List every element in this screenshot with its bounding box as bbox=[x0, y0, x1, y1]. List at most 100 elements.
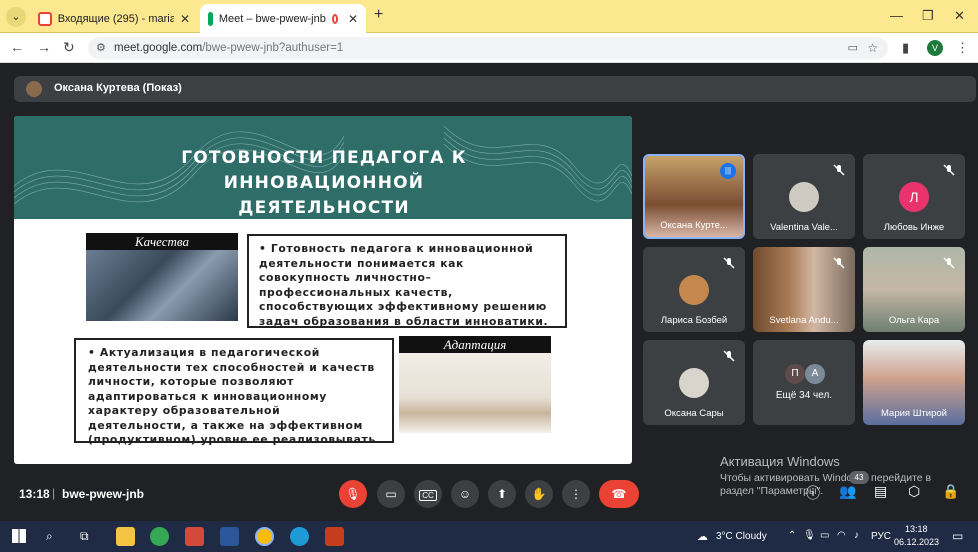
mic-off-icon bbox=[723, 257, 735, 269]
shared-presentation-slide: ГОТОВНОСТИ ПЕДАГОГА К ИННОВАЦИОННОЙ ДЕЯТ… bbox=[14, 116, 632, 464]
divider: | bbox=[52, 486, 56, 500]
mic-off-icon bbox=[943, 164, 955, 176]
hand-icon: ✋ bbox=[531, 487, 547, 501]
tray-expand-icon[interactable]: ⌃ bbox=[788, 530, 796, 541]
people-icon[interactable]: 👥 bbox=[839, 483, 856, 500]
laptop-photo bbox=[86, 250, 238, 321]
restore-icon[interactable]: ❐ bbox=[922, 8, 934, 24]
participant-name: Оксана Сары bbox=[664, 408, 724, 419]
chrome-icon[interactable] bbox=[150, 527, 169, 546]
participant-tile[interactable]: Valentina Vale... bbox=[753, 154, 855, 239]
mic-off-icon bbox=[833, 164, 845, 176]
browser-toolbar: ← → ↻ ⚙ meet.google.com/bwe-pwew-jnb?aut… bbox=[0, 33, 978, 63]
participant-name: Valentina Vale... bbox=[770, 222, 838, 233]
menu-kebab-icon[interactable]: ⋮ bbox=[956, 40, 969, 56]
camera-toggle-button[interactable]: ▭ bbox=[377, 480, 405, 508]
windows-start-icon[interactable] bbox=[12, 529, 26, 543]
speaking-indicator-icon: ||| bbox=[720, 163, 736, 179]
mic-toggle-button[interactable]: 🎙 bbox=[339, 480, 367, 508]
participant-name: Лариса Бозбей bbox=[660, 315, 728, 326]
forward-icon[interactable]: → bbox=[37, 39, 51, 55]
qualities-image-block: Качества bbox=[86, 233, 238, 321]
search-icon[interactable]: ⌕ bbox=[46, 529, 53, 544]
minimize-icon[interactable]: — bbox=[890, 8, 903, 23]
raise-hand-button[interactable]: ✋ bbox=[525, 480, 553, 508]
more-options-button[interactable]: ⋮ bbox=[562, 480, 590, 508]
weather-text[interactable]: 3°C Cloudy bbox=[716, 531, 767, 542]
reactions-button[interactable]: ☺ bbox=[451, 480, 479, 508]
avatar bbox=[679, 368, 709, 398]
caption-adaptation: Адаптация bbox=[399, 336, 551, 353]
language-indicator[interactable]: РУС bbox=[871, 531, 891, 542]
activities-icon[interactable]: ⬡ bbox=[908, 483, 920, 500]
gmail-icon bbox=[38, 11, 52, 26]
weather-icon[interactable]: ☁ bbox=[697, 530, 708, 543]
present-icon: ⬆ bbox=[496, 487, 508, 501]
tab-meet[interactable]: Meet – bwe-pwew-jnb ✕ bbox=[200, 4, 366, 33]
notifications-icon[interactable]: ▭ bbox=[952, 529, 963, 543]
mic-off-icon bbox=[723, 350, 735, 362]
wifi-icon[interactable]: ◠ bbox=[837, 530, 846, 541]
profile-avatar[interactable]: V bbox=[927, 40, 943, 56]
camera-in-use-icon[interactable]: ▭ bbox=[848, 37, 858, 59]
participant-tile[interactable]: Л Любовь Инже bbox=[863, 154, 965, 239]
participant-name: Оксана Курте... bbox=[660, 220, 728, 231]
close-icon[interactable]: ✕ bbox=[180, 12, 190, 26]
participant-tile[interactable]: Svetlana Andu... bbox=[753, 247, 855, 332]
file-explorer-icon[interactable] bbox=[116, 527, 135, 546]
slide-title-line: ДЕЯТЕЛЬНОСТИ bbox=[238, 198, 410, 218]
avatar-initial: А bbox=[805, 364, 825, 384]
participant-tile[interactable]: Оксана Сары bbox=[643, 340, 745, 425]
presenter-bar: Оксана Куртева (Показ) bbox=[14, 76, 976, 102]
bullet-box-actualization: • Актуализация в педагогической деятельн… bbox=[74, 338, 394, 446]
caption-qualities: Качества bbox=[86, 233, 238, 250]
app-stack-icon[interactable] bbox=[185, 527, 204, 546]
task-view-icon[interactable]: ⧉ bbox=[80, 529, 89, 544]
participant-name: Любовь Инже bbox=[883, 222, 945, 233]
clock-date[interactable]: 06.12.2023 bbox=[894, 537, 939, 547]
tab-gmail[interactable]: Входящие (295) - maria.stiroi@ ✕ bbox=[30, 4, 198, 33]
tab-title: Входящие (295) - maria.stiroi@ bbox=[57, 12, 174, 25]
reload-icon[interactable]: ↻ bbox=[63, 39, 75, 56]
camera-icon: ▭ bbox=[385, 487, 397, 501]
clock-time[interactable]: 13:18 bbox=[905, 524, 928, 534]
presenter-label: Оксана Куртева (Показ) bbox=[54, 82, 182, 94]
volume-icon[interactable]: ♪ bbox=[854, 530, 859, 541]
network-icon[interactable]: ▭ bbox=[820, 530, 829, 541]
leave-call-button[interactable]: ☎ bbox=[599, 480, 639, 508]
back-icon[interactable]: ← bbox=[10, 39, 24, 55]
meeting-info-icon[interactable]: ⓘ bbox=[806, 483, 820, 503]
avatar-initial: П bbox=[785, 364, 805, 384]
bookmark-star-icon[interactable]: ☆ bbox=[867, 37, 878, 59]
participant-tile[interactable]: Ольга Кара bbox=[863, 247, 965, 332]
close-icon[interactable]: ✕ bbox=[348, 12, 358, 26]
url-path: /bwe-pwew-jnb?authuser=1 bbox=[202, 42, 344, 54]
chrome-active-icon[interactable] bbox=[255, 527, 274, 546]
microphone-icon[interactable]: 🎙 bbox=[803, 530, 816, 541]
chat-icon[interactable]: ▤ bbox=[874, 483, 887, 500]
present-screen-button[interactable]: ⬆ bbox=[488, 480, 516, 508]
powerpoint-icon[interactable] bbox=[325, 527, 344, 546]
avatar-initial: Л bbox=[899, 182, 929, 212]
adaptation-image-block: Адаптация bbox=[399, 336, 551, 433]
participant-tile-more[interactable]: П А Ещё 34 чел. bbox=[753, 340, 855, 425]
emoji-icon: ☺ bbox=[458, 487, 472, 501]
site-info-icon[interactable]: ⚙ bbox=[96, 37, 106, 59]
host-controls-icon[interactable]: 🔒 bbox=[942, 483, 959, 500]
participant-tile[interactable]: ||| Оксана Курте... bbox=[643, 154, 745, 239]
window-close-icon[interactable]: ✕ bbox=[954, 8, 965, 24]
participant-tile[interactable]: Мария Штирой bbox=[863, 340, 965, 425]
avatar bbox=[789, 182, 819, 212]
word-icon[interactable] bbox=[220, 527, 239, 546]
address-bar[interactable]: ⚙ meet.google.com/bwe-pwew-jnb?authuser=… bbox=[88, 37, 888, 59]
meeting-clock: 13:18 bbox=[19, 487, 50, 501]
team-photo bbox=[399, 353, 551, 433]
new-tab-button[interactable]: + bbox=[374, 6, 383, 24]
tab-search-button[interactable]: ⌄ bbox=[6, 7, 26, 27]
participant-tile[interactable]: Лариса Бозбей bbox=[643, 247, 745, 332]
captions-button[interactable]: CC bbox=[414, 480, 442, 508]
edge-icon[interactable] bbox=[290, 527, 309, 546]
hang-up-icon: ☎ bbox=[611, 487, 627, 501]
bullet-text: • Готовность педагога к инновационной де… bbox=[259, 242, 549, 328]
side-panel-icon[interactable]: ▮ bbox=[902, 40, 909, 56]
